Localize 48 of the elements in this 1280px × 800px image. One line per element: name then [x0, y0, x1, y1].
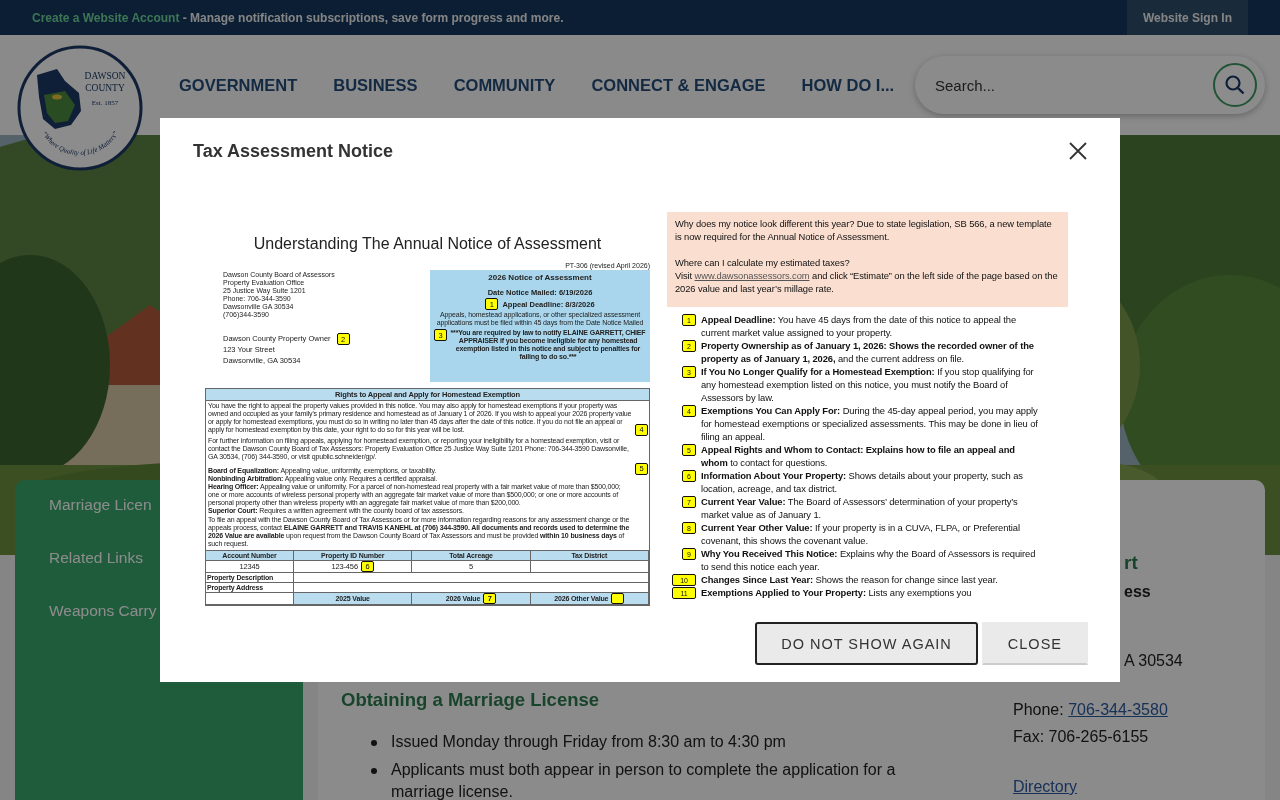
callout-icon — [611, 593, 625, 604]
guide-item-text: Why You Received This Notice: Explains why the Board of Assessors is required to send this notice each year. — [701, 547, 1037, 573]
bullet-icon — [371, 740, 377, 746]
nav-item[interactable]: CONNECT & ENGAGE — [591, 75, 766, 95]
logo-name: COUNTY — [85, 83, 125, 93]
section-heading: Obtaining a Marriage License — [341, 689, 601, 711]
phone-link[interactable]: 706-344-3580 — [1068, 701, 1168, 718]
contact-heading: rt — [1124, 552, 1139, 574]
assessor-link[interactable]: www.dawsonassessors.com — [694, 270, 810, 281]
guide-item-text: Current Year Value: The Board of Assessors’ determination of your property’s market value as of January 1. — [701, 495, 1019, 521]
info-text: Why does my notice look different this year? Due to state legislation, SB 566, a new template is now required for the Annual Notice of Assessment. — [675, 217, 1053, 243]
close-button[interactable] — [1068, 141, 1088, 161]
address-text: A 30534 — [1124, 652, 1183, 670]
dialog-button[interactable]: DO NOT SHOW AGAIN — [755, 622, 978, 665]
list-item-text: Issued Monday through Friday from 8:30 am to 4:30 pm — [391, 732, 787, 752]
sign-in-button[interactable]: Website Sign In — [1126, 0, 1248, 35]
document-title: Understanding The Annual Notice of Assessment — [252, 234, 603, 254]
close-icon — [1068, 141, 1088, 161]
summary-title: 2026 Notice of Assessment — [487, 273, 593, 283]
guide-item-text: Property Ownership as of January 1, 2026: Shows the recorded owner of the property as of January 1, 2026, and the current address on file. — [701, 339, 1035, 365]
guide-item-text: Appeal Deadline: You have 45 days from the date of this notice to appeal the current market value assigned to your property. — [701, 313, 1017, 339]
create-account-link[interactable]: Create a Website Account — [32, 10, 180, 25]
guide-item-text: Current Year Other Value: If your property is in a CUVA, FLPA, or Preferential covenant, this shows the covenant value. — [701, 521, 1021, 547]
dialog-title: Tax Assessment Notice — [193, 140, 394, 162]
dialog-button[interactable]: CLOSE — [981, 622, 1088, 665]
account-banner-text: Create a Website Account - Manage notification subscriptions, save form progress and more. — [32, 10, 564, 25]
fax-text: Fax: 706-265-6155 — [1013, 728, 1150, 746]
guide-item-text: Information About Your Property: Shows details about your property, such as location, acreage, and tax district. — [701, 469, 1024, 495]
search-field[interactable]: Search... — [915, 56, 1265, 114]
guide-item-text: Exemptions You Can Apply For: During the 45-day appeal period, you may apply for homestead exemptions or specialized assessments. This may be done in lieu of filing an appeal. — [701, 404, 1039, 443]
nav-item[interactable]: BUSINESS — [333, 75, 418, 95]
phone-label: Phone: — [1013, 701, 1064, 718]
guide-item-text: Changes Since Last Year: Shows the reason for change since last year. — [701, 573, 999, 586]
bullet-icon — [371, 768, 377, 774]
search-icon — [1225, 75, 1245, 95]
nav-item[interactable]: HOW DO I... — [801, 75, 895, 95]
guide-item-text: If You No Longer Qualify for a Homestead Exemption: If you stop qualifying for any homestead exemption listed on this notice, you must notify the Board of Assessors by law. — [701, 365, 1035, 404]
nav-item[interactable]: COMMUNITY — [453, 75, 556, 95]
guide-item-text: Appeal Rights and Whom to Contact: Explains how to file an appeal and whom to contact for questions. — [701, 443, 1016, 469]
county-map-drawing — [37, 69, 81, 129]
directory-link[interactable]: Directory — [1013, 778, 1077, 795]
list-item-text: Applicants must both appear in person to complete the application for a marriage license. — [391, 760, 897, 800]
info-text: Visit www.dawsonassessors.com and click “Estimate” on the left side of the page based on the 2026 value and last year’s millage rate. — [675, 269, 1059, 295]
info-question: Where can I calculate my estimated taxes? — [675, 256, 851, 269]
nav-item[interactable]: GOVERNMENT — [179, 75, 298, 95]
guide-item-text: Exemptions Applied to Your Property: Lists any exemptions you — [701, 586, 973, 599]
logo-name: DAWSON — [84, 71, 126, 81]
contact-subheading: ess — [1124, 583, 1152, 601]
